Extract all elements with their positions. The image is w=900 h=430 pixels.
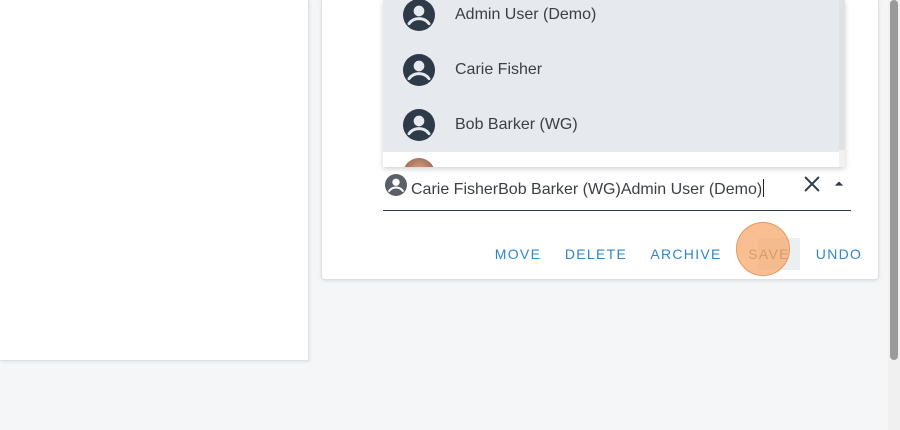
- dropdown-scrollbar[interactable]: [839, 0, 845, 167]
- account-circle-icon: [403, 108, 435, 141]
- account-circle-icon: [385, 174, 407, 196]
- option-label: Admin User (Demo): [455, 5, 597, 23]
- user-select-value: Carie FisherBob Barker (WG)Admin User (D…: [411, 181, 763, 198]
- user-select-field[interactable]: Carie FisherBob Barker (WG)Admin User (D…: [383, 168, 851, 211]
- dropdown-option-carie-fisher[interactable]: Carie Fisher: [383, 42, 839, 97]
- arrow-up-icon[interactable]: [829, 174, 849, 194]
- account-circle-icon: [403, 53, 435, 86]
- user-options-dropdown: Admin User (Demo) Carie Fisher Bob Barke…: [383, 0, 845, 167]
- option-label: Carie Fisher: [455, 60, 543, 78]
- action-bar: MOVE DELETE ARCHIVE SAVE UNDO: [480, 236, 880, 272]
- archive-button[interactable]: ARCHIVE: [648, 236, 724, 272]
- option-label: Bob Barker (WG): [455, 115, 578, 133]
- text-cursor: [763, 179, 765, 197]
- save-button[interactable]: SAVE: [744, 236, 794, 272]
- move-button[interactable]: MOVE: [490, 236, 546, 272]
- user-photo-avatar: [403, 158, 435, 167]
- page-scrollbar[interactable]: [888, 0, 900, 430]
- delete-button[interactable]: DELETE: [562, 236, 630, 272]
- user-select-input[interactable]: Carie FisherBob Barker (WG)Admin User (D…: [411, 179, 765, 199]
- dropdown-option-admin[interactable]: Admin User (Demo): [383, 0, 839, 42]
- account-circle-icon: [403, 0, 435, 31]
- page-scrollbar-thumb[interactable]: [890, 0, 898, 360]
- left-panel-card: [0, 0, 309, 361]
- close-icon[interactable]: [801, 173, 823, 195]
- app-stage: Admin User (Demo) Carie Fisher Bob Barke…: [0, 0, 900, 430]
- dropdown-option-bob-barker[interactable]: Bob Barker (WG): [383, 97, 839, 152]
- undo-button[interactable]: UNDO: [814, 236, 864, 272]
- dropdown-scrollbar-thumb[interactable]: [839, 0, 845, 150]
